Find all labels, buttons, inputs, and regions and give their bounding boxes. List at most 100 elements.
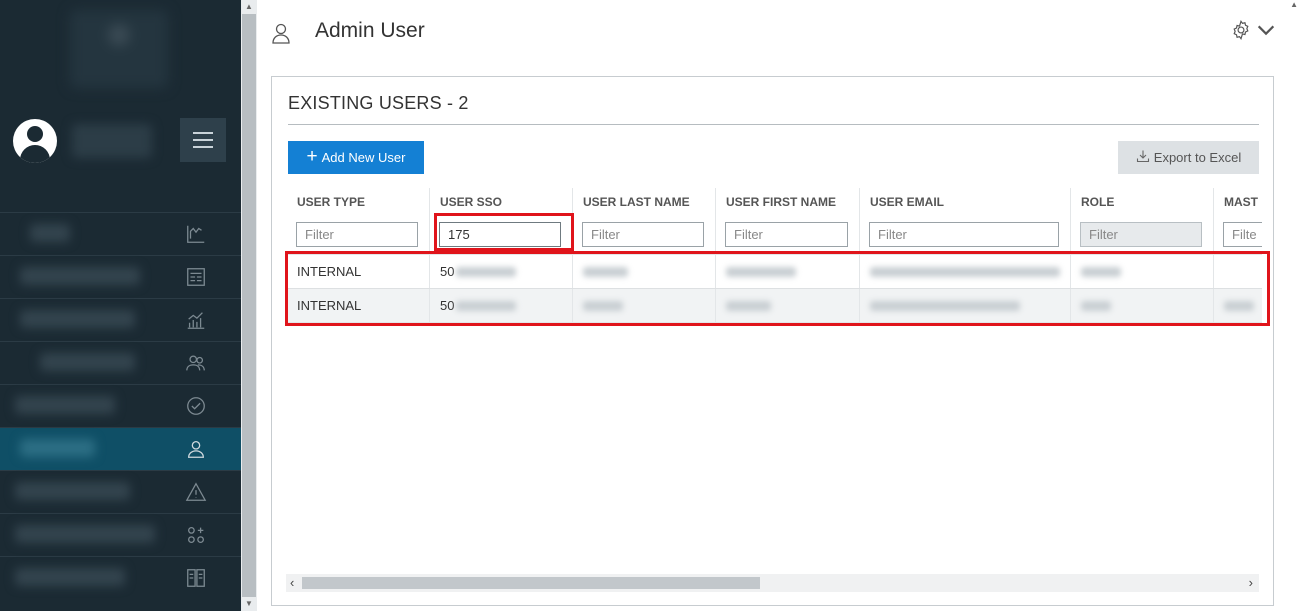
user-email-filter-input[interactable]	[869, 221, 1059, 247]
filter-cell	[716, 216, 860, 252]
sidebar-item-groups[interactable]	[0, 341, 241, 384]
analytics-icon	[184, 309, 208, 331]
redacted-value	[583, 300, 623, 311]
user-last-name-filter-input[interactable]	[582, 221, 704, 247]
column-header-user-email[interactable]: USER EMAIL	[860, 188, 1071, 216]
chart-line-icon	[184, 223, 208, 245]
user-type-cell: INTERNAL	[287, 289, 430, 322]
page-title: Admin User	[315, 19, 425, 42]
filter-cell	[1214, 216, 1262, 252]
scroll-left-icon[interactable]: ‹	[290, 576, 294, 590]
user-type-cell: INTERNAL	[287, 255, 430, 288]
divider	[288, 124, 1259, 125]
sidebar-item-dashboard[interactable]	[0, 212, 241, 255]
users-group-icon	[184, 352, 208, 374]
redacted-value	[726, 300, 771, 311]
page-header: Admin User ▲	[257, 0, 1300, 64]
redacted-value	[456, 300, 517, 311]
user-sso-filter-input[interactable]	[439, 221, 561, 247]
redacted-value	[1081, 300, 1111, 311]
sidebar-item-label	[15, 568, 125, 586]
user-email-cell	[860, 289, 1071, 322]
app-logo	[70, 10, 168, 88]
mast-cell	[1214, 255, 1262, 288]
filter-cell	[573, 216, 716, 252]
sidebar-item-label	[15, 396, 115, 414]
redacted-value	[456, 266, 517, 277]
scrollbar-thumb[interactable]	[302, 577, 760, 589]
scroll-up-icon[interactable]: ▲	[244, 2, 254, 12]
sidebar-item-label	[15, 482, 130, 500]
role-cell	[1071, 255, 1214, 288]
filter-cell	[860, 216, 1071, 252]
report-icon	[184, 266, 208, 288]
user-outline-icon	[271, 22, 291, 44]
table-row[interactable]: INTERNAL 50	[287, 254, 1262, 288]
export-to-excel-button[interactable]: Export to Excel	[1118, 141, 1259, 174]
user-first-name-filter-input[interactable]	[725, 221, 848, 247]
scroll-up-icon[interactable]: ▲	[1290, 0, 1298, 9]
redacted-value	[583, 266, 628, 277]
user-sso-cell: 50	[430, 289, 573, 322]
sidebar-item-analytics[interactable]	[0, 298, 241, 341]
column-header-user-sso[interactable]: USER SSO	[430, 188, 573, 216]
redacted-value	[870, 266, 1060, 277]
user-sso-cell: 50	[430, 255, 573, 288]
sidebar-item-add-group[interactable]	[0, 513, 241, 556]
avatar[interactable]	[13, 119, 57, 163]
user-icon	[184, 438, 208, 460]
user-email-cell	[860, 255, 1071, 288]
column-header-user-type[interactable]: USER TYPE	[287, 188, 430, 216]
existing-users-panel: EXISTING USERS - 2 + Add New User Export…	[271, 76, 1274, 606]
hamburger-menu-button[interactable]	[180, 118, 226, 162]
user-sso-value: 50	[440, 264, 455, 279]
warning-icon	[184, 481, 208, 503]
mast-filter-input[interactable]	[1223, 221, 1262, 247]
sidebar	[0, 0, 241, 611]
sidebar-item-label	[20, 439, 95, 457]
column-header-role[interactable]: ROLE	[1071, 188, 1214, 216]
gear-icon	[1230, 19, 1252, 46]
settings-menu-button[interactable]	[1230, 19, 1275, 46]
scroll-right-icon[interactable]: ›	[1249, 576, 1253, 590]
check-circle-icon	[184, 395, 208, 417]
add-new-user-label: Add New User	[321, 150, 406, 165]
table-header-row: USER TYPE USER SSO USER LAST NAME USER F…	[287, 188, 1262, 216]
export-to-excel-label: Export to Excel	[1153, 150, 1242, 165]
redacted-value	[1224, 300, 1254, 311]
chevron-down-icon	[1255, 19, 1277, 46]
add-group-icon	[184, 524, 208, 546]
column-header-user-first-name[interactable]: USER FIRST NAME	[716, 188, 860, 216]
table-horizontal-scrollbar[interactable]: ‹ ›	[286, 574, 1259, 592]
sidebar-item-admin-user[interactable]	[0, 427, 241, 470]
table-filter-row	[287, 216, 1262, 252]
download-icon	[1136, 149, 1150, 166]
redacted-value	[1081, 266, 1121, 277]
sidebar-item-alerts[interactable]	[0, 470, 241, 513]
sidebar-item-approvals[interactable]	[0, 384, 241, 427]
role-filter-input	[1080, 221, 1202, 247]
redacted-value	[726, 266, 796, 277]
sidebar-item-label	[15, 525, 155, 543]
role-cell	[1071, 289, 1214, 322]
sidebar-item-label	[20, 267, 140, 285]
sidebar-item-reports[interactable]	[0, 255, 241, 298]
scroll-down-icon[interactable]: ▼	[244, 599, 254, 609]
sidebar-item-label	[40, 353, 135, 371]
column-header-user-last-name[interactable]: USER LAST NAME	[573, 188, 716, 216]
plus-icon: +	[306, 146, 318, 167]
filter-cell	[287, 216, 430, 252]
table-row[interactable]: INTERNAL 50	[287, 288, 1262, 322]
filter-cell	[430, 216, 573, 252]
add-new-user-button[interactable]: + Add New User	[288, 141, 424, 174]
page-scrollbar[interactable]: ▲ ▼	[241, 0, 257, 611]
redacted-value	[870, 300, 1020, 311]
user-type-filter-input[interactable]	[296, 221, 418, 247]
column-header-mast[interactable]: MAST	[1214, 188, 1262, 216]
sidebar-item-columns[interactable]	[0, 556, 241, 599]
panel-title: EXISTING USERS - 2	[288, 93, 469, 113]
mast-cell	[1214, 289, 1262, 322]
sidebar-item-label	[30, 224, 70, 242]
scrollbar-thumb[interactable]	[242, 14, 256, 597]
user-sso-value: 50	[440, 298, 455, 313]
